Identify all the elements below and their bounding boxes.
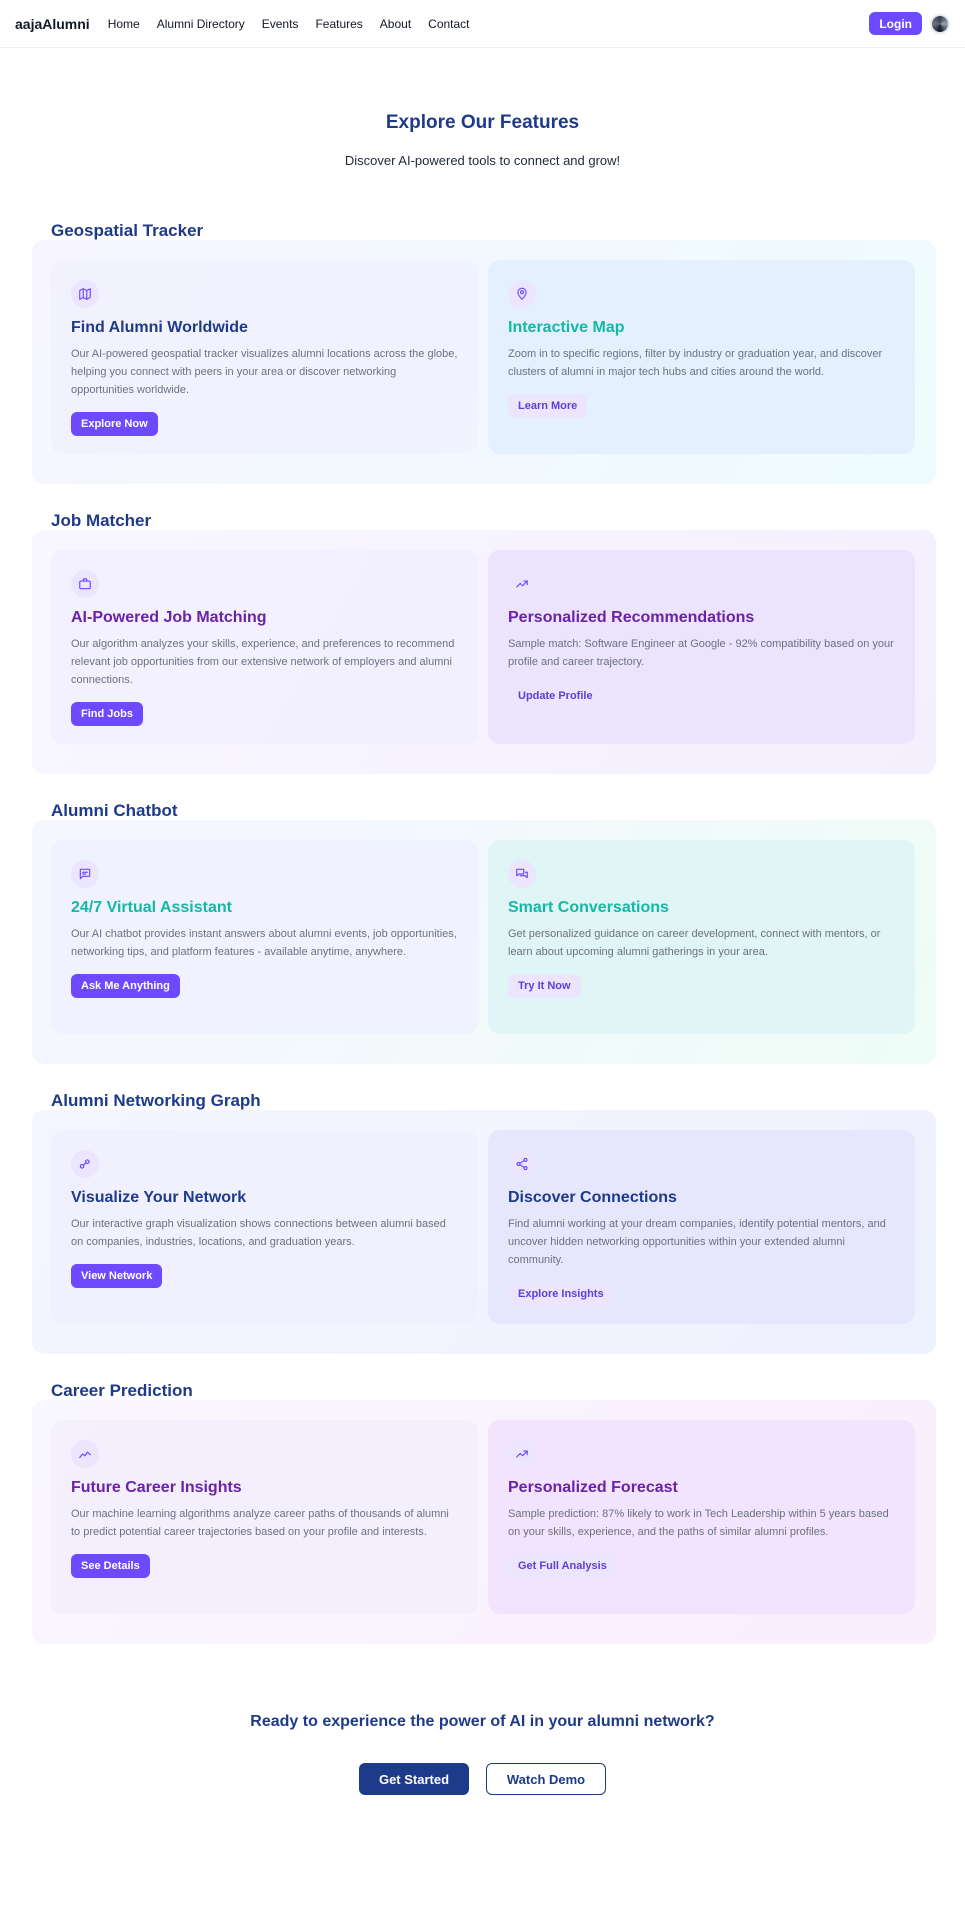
page-title: Explore Our Features — [385, 112, 580, 133]
map-icon — [71, 280, 99, 308]
explore-now-button[interactable]: Explore Now — [71, 412, 158, 436]
ask-me-anything-button[interactable]: Ask Me Anything — [71, 974, 180, 998]
user-avatar[interactable] — [930, 13, 950, 34]
nav-link-events[interactable]: Events — [262, 17, 299, 31]
nav-link-contact[interactable]: Contact — [428, 17, 469, 31]
card-find-alumni: Find Alumni Worldwide Our AI-powered geo… — [51, 260, 478, 454]
see-details-button[interactable]: See Details — [71, 1554, 150, 1578]
card-description: Sample prediction: 87% likely to work in… — [508, 1508, 889, 1538]
card-visualize-network: Visualize Your Network Our interactive g… — [51, 1130, 478, 1324]
card-title: Personalized Forecast — [508, 1479, 678, 1496]
card-description: Zoom in to specific regions, filter by i… — [508, 348, 883, 378]
chat-bubbles-icon — [508, 860, 536, 888]
nav-links: Home Alumni Directory Events Features Ab… — [108, 17, 470, 31]
update-profile-button[interactable]: Update Profile — [508, 684, 603, 708]
card-description: Our algorithm analyzes your skills, expe… — [71, 638, 455, 686]
section-title-career-prediction: Career Prediction — [51, 1381, 193, 1400]
get-started-button[interactable]: Get Started — [359, 1763, 469, 1795]
card-title: Discover Connections — [508, 1189, 677, 1206]
card-job-matching: AI-Powered Job Matching Our algorithm an… — [51, 550, 478, 744]
find-jobs-button[interactable]: Find Jobs — [71, 702, 143, 726]
cta-buttons: Get Started Watch Demo — [0, 1763, 965, 1795]
card-title: Find Alumni Worldwide — [71, 319, 248, 336]
nav-link-home[interactable]: Home — [108, 17, 140, 31]
card-title: Visualize Your Network — [71, 1189, 247, 1206]
card-title: Interactive Map — [508, 319, 625, 336]
nav-link-features[interactable]: Features — [315, 17, 362, 31]
section-title-job-matcher: Job Matcher — [51, 511, 152, 530]
section-geospatial: Find Alumni Worldwide Our AI-powered geo… — [32, 240, 936, 484]
login-button[interactable]: Login — [869, 12, 922, 35]
section-title-chatbot: Alumni Chatbot — [51, 801, 178, 820]
section-job-matcher: AI-Powered Job Matching Our algorithm an… — [32, 530, 936, 774]
card-personalized-forecast: Personalized Forecast Sample prediction:… — [488, 1420, 915, 1614]
section-title-geospatial: Geospatial Tracker — [51, 221, 204, 240]
try-it-now-button[interactable]: Try It Now — [508, 974, 581, 998]
trending-up-icon — [508, 1440, 536, 1468]
card-description: Our machine learning algorithms analyze … — [71, 1508, 449, 1538]
section-career-prediction: Future Career Insights Our machine learn… — [32, 1400, 936, 1644]
nav-link-alumni-directory[interactable]: Alumni Directory — [157, 17, 245, 31]
briefcase-icon — [71, 570, 99, 598]
brand-logo[interactable]: aajaAlumni — [15, 16, 90, 32]
card-description: Our interactive graph visualization show… — [71, 1218, 446, 1248]
get-full-analysis-button[interactable]: Get Full Analysis — [508, 1554, 617, 1578]
card-title: Future Career Insights — [71, 1479, 242, 1496]
card-description: Our AI chatbot provides instant answers … — [71, 928, 457, 958]
nav-actions: Login — [869, 12, 950, 35]
card-title: AI-Powered Job Matching — [71, 609, 267, 626]
view-network-button[interactable]: View Network — [71, 1264, 163, 1288]
card-future-career-insights: Future Career Insights Our machine learn… — [51, 1420, 478, 1614]
network-icon — [71, 1150, 99, 1178]
card-title: 24/7 Virtual Assistant — [71, 899, 232, 916]
page-subtitle: Discover AI-powered tools to connect and… — [344, 153, 621, 168]
map-pin-icon — [508, 280, 536, 308]
section-chatbot: 24/7 Virtual Assistant Our AI chatbot pr… — [32, 820, 936, 1064]
line-chart-icon — [71, 1440, 99, 1468]
section-title-networking-graph: Alumni Networking Graph — [51, 1091, 261, 1110]
learn-more-button[interactable]: Learn More — [508, 394, 588, 418]
card-title: Personalized Recommendations — [508, 609, 755, 626]
watch-demo-button[interactable]: Watch Demo — [486, 1763, 606, 1795]
card-interactive-map: Interactive Map Zoom in to specific regi… — [488, 260, 915, 454]
share-icon — [508, 1150, 536, 1178]
top-navbar: aajaAlumni Home Alumni Directory Events … — [0, 0, 965, 48]
card-description: Sample match: Software Engineer at Googl… — [508, 638, 894, 668]
card-description: Get personalized guidance on career deve… — [508, 928, 881, 958]
nav-link-about[interactable]: About — [380, 17, 411, 31]
card-description: Our AI-powered geospatial tracker visual… — [71, 348, 458, 396]
chat-text-icon — [71, 860, 99, 888]
card-title: Smart Conversations — [508, 899, 669, 916]
section-networking-graph: Visualize Your Network Our interactive g… — [32, 1110, 936, 1354]
card-virtual-assistant: 24/7 Virtual Assistant Our AI chatbot pr… — [51, 840, 478, 1034]
card-smart-conversations: Smart Conversations Get personalized gui… — [488, 840, 915, 1034]
card-personalized-recommendations: Personalized Recommendations Sample matc… — [488, 550, 915, 744]
card-discover-connections: Discover Connections Find alumni working… — [488, 1130, 915, 1324]
trending-up-icon — [508, 570, 536, 598]
explore-insights-button[interactable]: Explore Insights — [508, 1282, 614, 1306]
cta-heading: Ready to experience the power of AI in y… — [250, 1713, 715, 1730]
card-description: Find alumni working at your dream compan… — [508, 1218, 886, 1266]
